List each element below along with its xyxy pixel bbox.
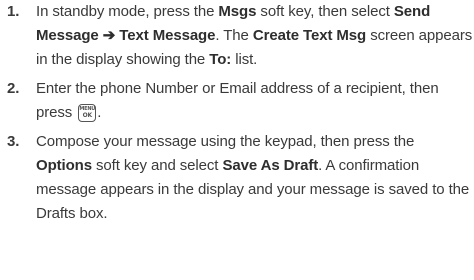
- step-text: Enter the phone Number or Email address …: [36, 77, 474, 125]
- options-softkey-label: Options: [36, 157, 92, 174]
- step-text: Compose your message using the keypad, t…: [36, 130, 474, 226]
- step-number: 3.: [7, 133, 20, 150]
- msgs-softkey-label: Msgs: [218, 3, 257, 20]
- save-as-draft-label: Save As Draft: [222, 157, 319, 174]
- text-run: list.: [231, 51, 258, 68]
- text-message-label: Text Message: [119, 27, 216, 44]
- step-text: In standby mode, press the Msgs soft key…: [36, 0, 474, 72]
- create-text-msg-label: Create Text Msg: [252, 27, 367, 44]
- text-run: . The: [215, 27, 253, 44]
- to-list-label: To:: [209, 51, 232, 68]
- text-run: Compose your message using the keypad, t…: [36, 133, 415, 150]
- step-number: 1.: [7, 3, 20, 20]
- text-run: soft key and select: [91, 157, 223, 174]
- arrow-right-icon: ➔: [102, 27, 116, 44]
- text-run: .: [97, 104, 102, 121]
- text-run: soft key, then select: [256, 3, 394, 20]
- step-2: 2. Enter the phone Number or Email addre…: [0, 77, 474, 125]
- step-1: 1. In standby mode, press the Msgs soft …: [0, 0, 474, 72]
- text-run: In standby mode, press the: [36, 3, 219, 20]
- instruction-steps: 1. In standby mode, press the Msgs soft …: [0, 0, 474, 226]
- menu-ok-key-icon: MENU OK: [78, 104, 97, 122]
- step-3: 3. Compose your message using the keypad…: [0, 130, 474, 226]
- menu-key-bottom-label: OK: [82, 112, 93, 119]
- step-number: 2.: [7, 80, 20, 97]
